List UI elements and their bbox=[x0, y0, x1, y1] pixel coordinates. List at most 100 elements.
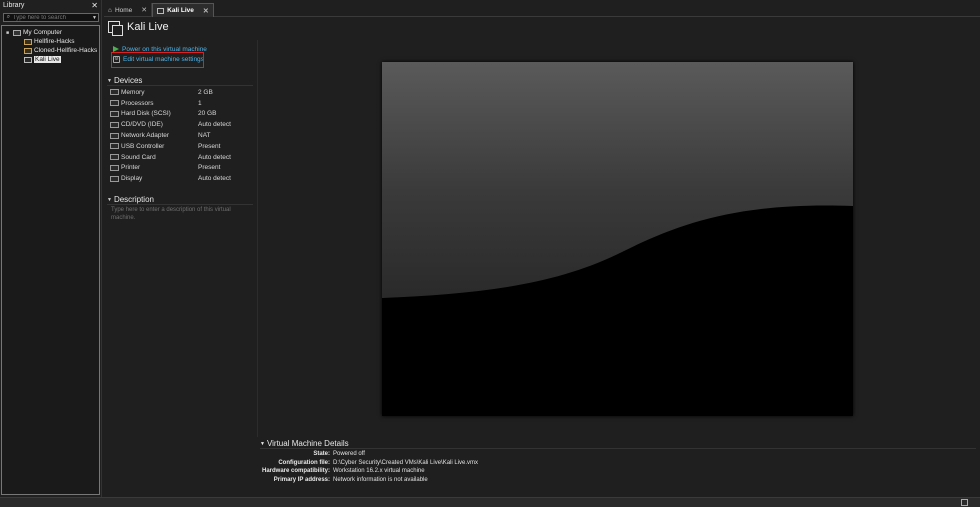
vm-screen-graphic bbox=[382, 62, 853, 298]
device-value: 2 GB bbox=[198, 88, 213, 96]
vm-details-heading[interactable]: ▼ Virtual Machine Details bbox=[260, 439, 349, 448]
detail-key: Configuration file: bbox=[278, 459, 330, 466]
divider bbox=[107, 204, 253, 205]
detail-key: Hardware compatibility: bbox=[262, 468, 331, 475]
device-value: NAT bbox=[198, 132, 211, 140]
vm-icon bbox=[24, 56, 32, 63]
divider bbox=[107, 85, 253, 86]
collapse-triangle-icon: ▼ bbox=[260, 440, 265, 447]
tab-bar: ⌂ Home ✕ Kali Live ✕ bbox=[104, 3, 980, 17]
detail-value: Network information is not available bbox=[333, 476, 428, 483]
vm-icon bbox=[24, 38, 32, 45]
device-value: Auto detect bbox=[198, 121, 231, 129]
tree-item-kali-live[interactable]: Kali Live bbox=[24, 55, 61, 64]
vm-icon bbox=[24, 47, 32, 54]
device-name: Printer bbox=[121, 164, 141, 172]
message-log-icon[interactable] bbox=[961, 499, 968, 506]
vm-icon bbox=[108, 21, 123, 36]
hard-disk-icon bbox=[110, 110, 119, 117]
collapse-triangle-icon: ▼ bbox=[107, 196, 112, 203]
description-heading-label: Description bbox=[113, 195, 154, 204]
display-icon bbox=[110, 175, 119, 182]
status-bar bbox=[0, 497, 980, 507]
collapse-triangle-icon: ▼ bbox=[107, 77, 112, 84]
tree-item-label: My Computer bbox=[23, 29, 63, 36]
library-search-input[interactable] bbox=[12, 14, 91, 21]
device-name: Display bbox=[121, 175, 143, 183]
device-value: 1 bbox=[198, 99, 202, 107]
library-title: Library bbox=[3, 2, 25, 9]
device-name: Memory bbox=[121, 88, 145, 96]
device-value: Auto detect bbox=[198, 175, 231, 183]
page-title: Kali Live bbox=[127, 21, 169, 33]
device-name: USB Controller bbox=[121, 142, 165, 150]
detail-key: State: bbox=[313, 451, 330, 458]
device-value: 20 GB bbox=[198, 110, 217, 118]
devices-list: Memory 2 GB Processors 1 Hard Disk (SCSI) 2… bbox=[110, 87, 260, 184]
detail-row-state: State: Powered off bbox=[262, 450, 762, 459]
printer-icon bbox=[110, 164, 119, 171]
device-row-printer[interactable]: Printer Present bbox=[110, 163, 260, 174]
highlight-box bbox=[111, 52, 204, 68]
tree-item-my-computer[interactable]: ■ My Computer bbox=[6, 28, 62, 37]
device-row-hard-disk[interactable]: Hard Disk (SCSI) 20 GB bbox=[110, 109, 260, 120]
usb-icon bbox=[110, 143, 119, 150]
device-row-usb-controller[interactable]: USB Controller Present bbox=[110, 141, 260, 152]
device-row-display[interactable]: Display Auto detect bbox=[110, 173, 260, 184]
vm-details-heading-label: Virtual Machine Details bbox=[266, 439, 349, 448]
vm-icon bbox=[157, 7, 165, 14]
library-panel: Library ✕ ⌕ ▼ ■ My Computer Hellfire-Hac… bbox=[0, 0, 102, 497]
detail-value: Powered off bbox=[333, 451, 365, 458]
device-row-cd-dvd[interactable]: CD/DVD (IDE) Auto detect bbox=[110, 119, 260, 130]
library-header: Library ✕ bbox=[0, 0, 101, 11]
detail-value: D:\Cyber Security\Created VMs\Kali Live\… bbox=[333, 459, 479, 466]
collapse-icon[interactable]: ■ bbox=[6, 30, 11, 36]
tab-kali-live[interactable]: Kali Live ✕ bbox=[152, 3, 214, 17]
device-value: Present bbox=[198, 164, 221, 172]
memory-icon bbox=[110, 89, 119, 96]
tree-item-label: Cloned-Hellfire-Hacks bbox=[34, 47, 98, 54]
chevron-down-icon[interactable]: ▼ bbox=[91, 15, 98, 21]
device-name: Sound Card bbox=[121, 153, 156, 161]
tree-item-hellfire-hacks[interactable]: Hellfire-Hacks bbox=[24, 37, 74, 46]
tree-item-label: Kali Live bbox=[34, 56, 61, 63]
home-icon: ⌂ bbox=[108, 6, 112, 14]
tab-home[interactable]: ⌂ Home ✕ bbox=[104, 3, 153, 17]
device-name: Hard Disk (SCSI) bbox=[121, 110, 171, 118]
device-row-processors[interactable]: Processors 1 bbox=[110, 98, 260, 109]
device-name: CD/DVD (IDE) bbox=[121, 121, 163, 129]
processor-icon bbox=[110, 100, 119, 107]
detail-value: Workstation 16.2.x virtual machine bbox=[333, 468, 425, 475]
sound-icon bbox=[110, 154, 119, 161]
detail-row-config-file: Configuration file: D:\Cyber Security\Cre… bbox=[262, 459, 762, 468]
library-close-icon[interactable]: ✕ bbox=[91, 1, 98, 10]
library-tree: ■ My Computer Hellfire-Hacks Cloned-Hell… bbox=[1, 25, 100, 495]
detail-row-hardware-compat: Hardware compatibility: Workstation 16.2.… bbox=[262, 467, 762, 476]
tab-label: Home bbox=[114, 6, 133, 14]
devices-heading[interactable]: ▼ Devices bbox=[107, 76, 142, 85]
description-heading[interactable]: ▼ Description bbox=[107, 195, 154, 204]
device-row-memory[interactable]: Memory 2 GB bbox=[110, 87, 260, 98]
detail-key: Primary IP address: bbox=[273, 476, 330, 483]
device-row-sound-card[interactable]: Sound Card Auto detect bbox=[110, 152, 260, 163]
device-name: Processors bbox=[121, 99, 154, 107]
device-name: Network Adapter bbox=[121, 132, 170, 140]
cd-icon bbox=[110, 121, 119, 128]
tab-label: Kali Live bbox=[167, 7, 194, 14]
computer-icon bbox=[13, 29, 21, 36]
search-icon: ⌕ bbox=[6, 14, 11, 20]
vmware-workstation-window: Library ✕ ⌕ ▼ ■ My Computer Hellfire-Hac… bbox=[0, 0, 980, 507]
vm-screen-thumbnail[interactable] bbox=[382, 62, 853, 416]
description-field[interactable]: Type here to enter a description of this… bbox=[111, 206, 251, 222]
tree-item-cloned-hellfire-hacks[interactable]: Cloned-Hellfire-Hacks bbox=[24, 46, 97, 55]
library-search-box[interactable]: ⌕ ▼ bbox=[3, 13, 99, 22]
device-row-network-adapter[interactable]: Network Adapter NAT bbox=[110, 130, 260, 141]
tree-item-label: Hellfire-Hacks bbox=[34, 38, 75, 45]
devices-heading-label: Devices bbox=[113, 76, 143, 85]
network-icon bbox=[110, 132, 119, 139]
close-icon[interactable]: ✕ bbox=[203, 7, 209, 15]
panel-divider bbox=[257, 40, 258, 437]
detail-row-ip-address: Primary IP address: Network information i… bbox=[262, 476, 762, 485]
close-icon[interactable]: ✕ bbox=[141, 6, 147, 14]
divider bbox=[260, 448, 976, 449]
